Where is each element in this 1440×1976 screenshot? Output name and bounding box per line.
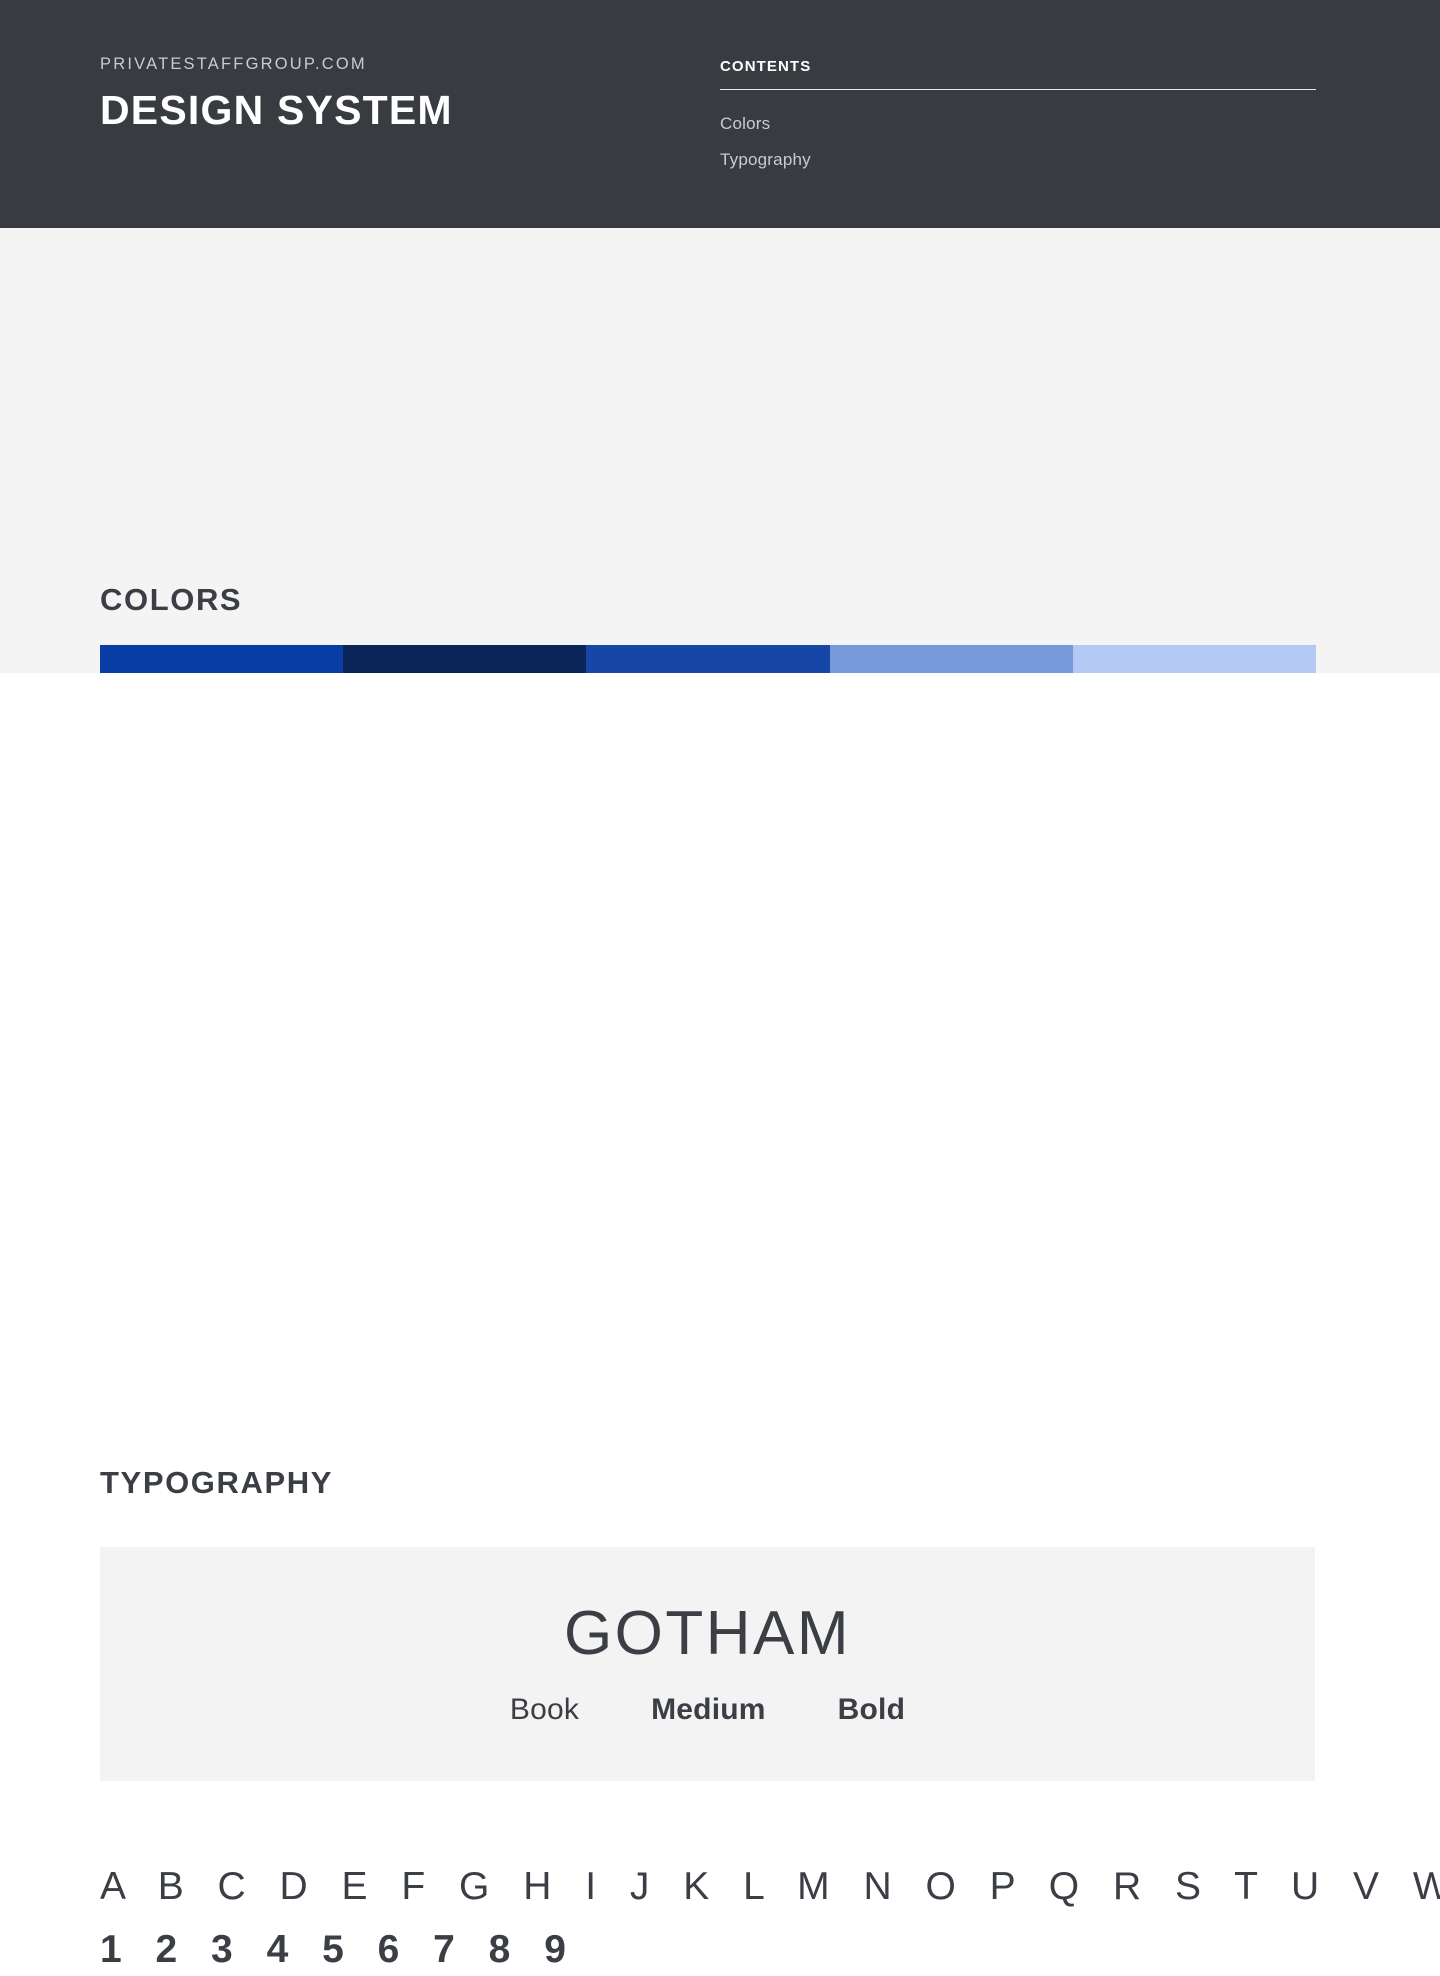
contents-heading: CONTENTS — [720, 58, 812, 75]
brand-block: PRIVATESTAFFGROUP.COM DESIGN SYSTEM — [100, 55, 453, 159]
typeface-specimen-card: GOTHAM Book Medium Bold — [100, 1547, 1315, 1781]
typeface-weight-list: Book Medium Bold — [510, 1695, 905, 1725]
contents-nav: CONTENTS Colors Typography — [720, 58, 1316, 178]
page-header: PRIVATESTAFFGROUP.COM DESIGN SYSTEM CONT… — [0, 0, 1440, 228]
typography-section-heading: TYPOGRAPHY — [100, 1464, 334, 1500]
contents-item-typography[interactable]: Typography — [720, 142, 1316, 178]
typeface-weight-book: Book — [509, 1693, 580, 1726]
typeface-weight-bold: Bold — [837, 1693, 906, 1726]
glyph-specimen-block: A B C D E F G H I J K L M N O P Q R S T … — [100, 1861, 1440, 1976]
typeface-weight-medium: Medium — [651, 1693, 766, 1726]
typography-section: TYPOGRAPHY GOTHAM Book Medium Bold A B C… — [0, 673, 1440, 1971]
numeral-specimen: 1 2 3 4 5 6 7 8 9 — [100, 1927, 578, 1971]
colors-section: COLORS #083DA6 #0B2559 #1747A6 #7798D9 #… — [0, 228, 1440, 770]
contents-item-colors[interactable]: Colors — [720, 106, 1316, 142]
colors-section-heading: COLORS — [100, 581, 243, 617]
brand-domain: PRIVATESTAFFGROUP.COM — [100, 55, 367, 73]
alphabet-specimen: A B C D E F G H I J K L M N O P Q R S T … — [100, 1865, 1440, 1908]
header-inner: PRIVATESTAFFGROUP.COM DESIGN SYSTEM CONT… — [0, 0, 1440, 228]
contents-divider — [720, 89, 1316, 90]
contents-list: Colors Typography — [720, 106, 1316, 178]
page-title: DESIGN SYSTEM — [100, 86, 453, 133]
typeface-name: GOTHAM — [563, 1599, 852, 1668]
